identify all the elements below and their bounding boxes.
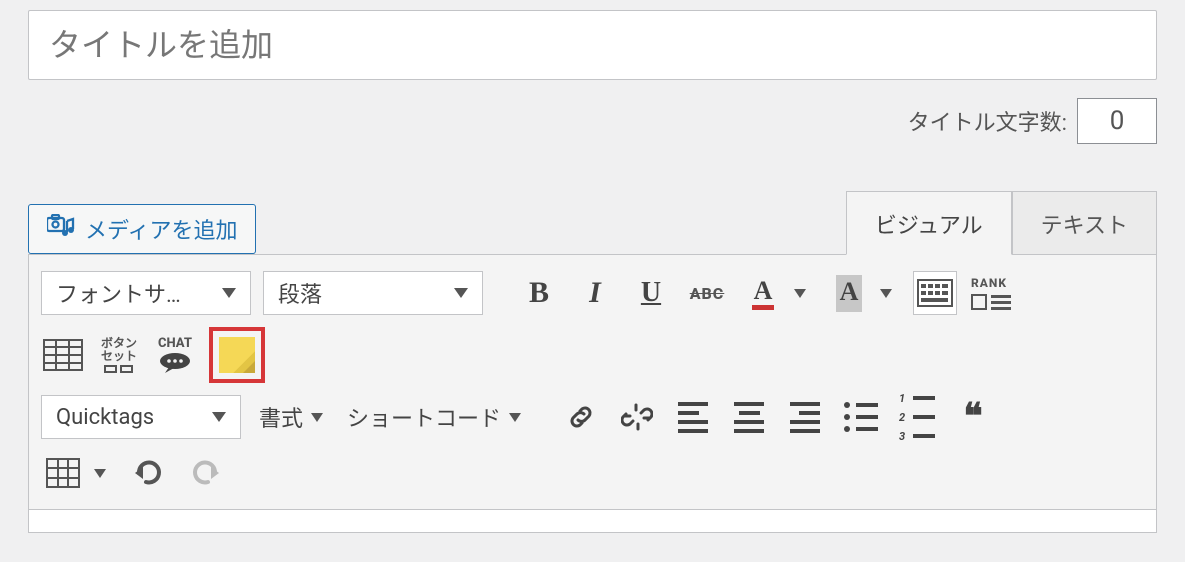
paragraph-select[interactable]: 段落 bbox=[263, 271, 483, 315]
quicktags-select[interactable]: Quicktags bbox=[41, 395, 241, 439]
caret-down-icon bbox=[94, 469, 106, 478]
align-center-button[interactable] bbox=[727, 395, 771, 439]
shortcode-dropdown-label: ショートコード bbox=[347, 401, 501, 433]
table-icon bbox=[43, 339, 83, 371]
format-dropdown[interactable]: 書式 bbox=[253, 395, 329, 439]
align-left-icon bbox=[678, 402, 708, 433]
format-dropdown-label: 書式 bbox=[259, 401, 303, 433]
caret-down-icon bbox=[212, 412, 226, 422]
numbered-list-icon: 1 2 3 bbox=[899, 392, 935, 443]
caret-down-icon bbox=[311, 413, 323, 422]
add-media-label: メディアを追加 bbox=[85, 213, 237, 245]
undo-button[interactable] bbox=[127, 451, 171, 495]
bullet-list-button[interactable] bbox=[839, 395, 883, 439]
quote-icon: ❝ bbox=[963, 406, 982, 428]
button-set-button[interactable]: ボタン セット bbox=[97, 333, 141, 377]
bold-button[interactable]: B bbox=[517, 271, 561, 315]
redo-icon bbox=[189, 459, 221, 487]
text-color-button[interactable]: A bbox=[741, 271, 785, 315]
title-char-count-label: タイトル文字数: bbox=[908, 105, 1067, 137]
table-grid-dropdown[interactable] bbox=[85, 469, 115, 478]
toolbar-toggle-icon bbox=[917, 279, 953, 307]
align-right-button[interactable] bbox=[783, 395, 827, 439]
underline-icon: U bbox=[641, 277, 661, 309]
sticky-note-icon bbox=[219, 337, 255, 373]
strike-icon: ABC bbox=[690, 284, 725, 303]
table-grid-button[interactable] bbox=[41, 451, 85, 495]
paragraph-select-label: 段落 bbox=[278, 277, 322, 309]
italic-button[interactable]: I bbox=[573, 271, 617, 315]
quicktags-select-label: Quicktags bbox=[56, 405, 154, 430]
add-media-button[interactable]: メディアを追加 bbox=[28, 204, 256, 254]
title-char-count-value: 0 bbox=[1077, 98, 1157, 144]
link-icon bbox=[565, 401, 597, 433]
shortcode-dropdown[interactable]: ショートコード bbox=[341, 395, 527, 439]
editor-content[interactable] bbox=[28, 510, 1157, 533]
chat-button[interactable]: CHAT bbox=[153, 333, 197, 377]
caret-down-icon bbox=[794, 289, 806, 298]
bg-color-dropdown[interactable] bbox=[871, 289, 901, 298]
tab-text[interactable]: テキスト bbox=[1012, 191, 1157, 255]
caret-down-icon bbox=[509, 413, 521, 422]
bold-icon: B bbox=[529, 276, 549, 310]
blockquote-button[interactable]: ❝ bbox=[951, 395, 995, 439]
rank-button[interactable]: RANK bbox=[969, 271, 1013, 315]
caret-down-icon bbox=[454, 288, 468, 298]
chat-icon: CHAT bbox=[158, 336, 192, 374]
align-left-button[interactable] bbox=[671, 395, 715, 439]
unlink-icon bbox=[621, 401, 653, 433]
insert-link-button[interactable] bbox=[559, 395, 603, 439]
post-title-input[interactable] bbox=[28, 10, 1157, 80]
camera-music-icon bbox=[47, 214, 75, 244]
bg-color-button[interactable]: A bbox=[827, 271, 871, 315]
text-color-dropdown[interactable] bbox=[785, 289, 815, 298]
sticky-note-button[interactable] bbox=[209, 327, 265, 383]
underline-button[interactable]: U bbox=[629, 271, 673, 315]
bullet-list-icon bbox=[844, 402, 878, 432]
redo-button[interactable] bbox=[183, 451, 227, 495]
fontsize-select-label: フォントサ… bbox=[56, 277, 181, 309]
align-center-icon bbox=[734, 402, 764, 433]
text-color-icon: A bbox=[754, 276, 773, 310]
unlink-button[interactable] bbox=[615, 395, 659, 439]
numbered-list-button[interactable]: 1 2 3 bbox=[895, 395, 939, 439]
caret-down-icon bbox=[222, 288, 236, 298]
bg-color-icon: A bbox=[836, 275, 863, 312]
kitchen-sink-button[interactable] bbox=[913, 271, 957, 315]
table-grid-icon bbox=[46, 458, 80, 488]
italic-icon: I bbox=[589, 276, 601, 310]
strikethrough-button[interactable]: ABC bbox=[685, 271, 729, 315]
button-set-icon: ボタン セット bbox=[101, 337, 137, 372]
undo-icon bbox=[133, 459, 165, 487]
insert-table-button[interactable] bbox=[41, 333, 85, 377]
fontsize-select[interactable]: フォントサ… bbox=[41, 271, 251, 315]
editor-toolbar: フォントサ… 段落 B I U ABC A A bbox=[28, 254, 1157, 510]
tab-visual[interactable]: ビジュアル bbox=[846, 191, 1012, 255]
rank-icon: RANK bbox=[971, 276, 1011, 310]
caret-down-icon bbox=[880, 289, 892, 298]
align-right-icon bbox=[790, 402, 820, 433]
